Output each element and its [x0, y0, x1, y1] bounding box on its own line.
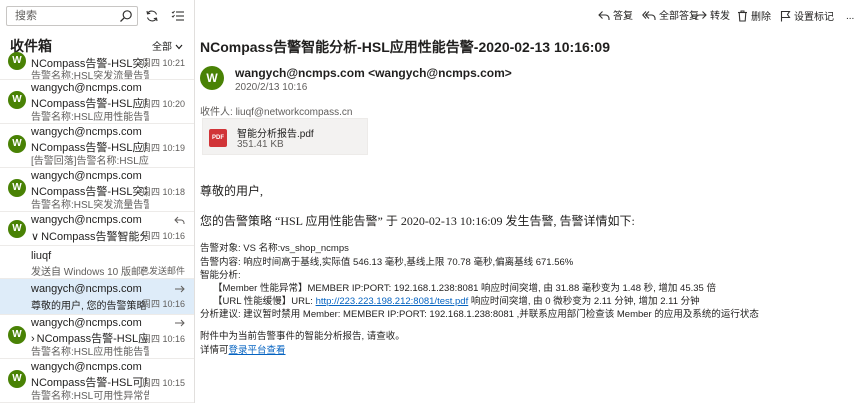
message-preview: 告警名称:HSL突发流量告警,告 [31, 71, 149, 80]
message-sender: wangych@ncmps.com [31, 283, 142, 295]
thread-child-item-selected[interactable]: wangych@ncmps.com 尊敬的用户, 您的告警策略 "HS 周四 1… [0, 279, 194, 315]
select-mode-icon[interactable] [171, 9, 185, 23]
more-actions-button[interactable]: ... [846, 10, 854, 24]
recipient-address[interactable]: liuqf@networkcompass.cn [236, 107, 353, 118]
search-input[interactable] [7, 7, 115, 25]
avatar: W [8, 135, 26, 153]
login-platform-link[interactable]: 登录平台查看 [229, 345, 286, 356]
message-preview: 告警名称:HSL应用性能告警,告 [31, 112, 149, 123]
reply-all-icon [642, 11, 656, 20]
url-analysis: 【URL 性能缓慢】URL: http://223.223.198.212:80… [213, 296, 700, 307]
avatar: W [8, 52, 26, 70]
message-preview: [告警回落]告警名称:HSL应用性能 [31, 156, 149, 167]
message-sender: liuqf [31, 250, 52, 262]
avatar: W [8, 326, 26, 344]
detail-line: 详情可登录平台查看 [200, 345, 286, 356]
avatar: W [8, 370, 26, 388]
delete-button[interactable]: 删除 [737, 10, 771, 24]
chevron-down-icon[interactable]: ∨ [31, 230, 39, 243]
recipient-label: 收件人: [200, 107, 233, 118]
message-sender: wangych@ncmps.com [31, 82, 142, 94]
message-sender: wangych@ncmps.com [31, 170, 142, 182]
list-item[interactable]: W wangych@ncmps.com NCompass告警-HSL可用性异常 … [0, 359, 194, 403]
message-sender: wangych@ncmps.com [31, 361, 142, 373]
avatar: W [8, 91, 26, 109]
message-toolbar: 答复 全部答复 转发 删除 设置标记 ... [196, 0, 867, 32]
thread-child-item[interactable]: liuqf 发送自 Windows 10 版邮件应用 已发送邮件 [0, 246, 194, 279]
list-item[interactable]: W wangych@ncmps.com NCompass告警-HSL突发流量告 … [0, 168, 194, 212]
thread-item[interactable]: W wangych@ncmps.com ›NCompass告警-HSL应用性能 … [0, 315, 194, 359]
reply-button[interactable]: 答复 [598, 10, 633, 24]
flag-icon [780, 10, 791, 22]
reply-icon [174, 215, 185, 226]
email-subject: NCompass告警智能分析-HSL应用性能告警-2020-02-13 10:1… [200, 39, 610, 55]
forward-button[interactable]: 转发 [695, 10, 730, 24]
attachment-card[interactable]: PDF 智能分析报告.pdf 351.41 KB [202, 118, 368, 155]
greeting: 尊敬的用户, [200, 184, 264, 198]
pdf-file-icon: PDF [209, 129, 227, 147]
analysis-advice: 分析建议: 建议暂时禁用 Member: MEMBER IP:PORT: 192… [200, 309, 759, 320]
message-time: 周四 10:16 [141, 299, 185, 309]
flag-button[interactable]: 设置标记 [780, 10, 834, 24]
list-item[interactable]: W wangych@ncmps.com NCompass告警-HSL应用性能告 … [0, 124, 194, 168]
member-analysis: 【Member 性能异常】MEMBER IP:PORT: 192.168.1.2… [213, 283, 716, 294]
attachment-name: 智能分析报告.pdf [237, 129, 314, 140]
policy-line: 您的告警策略 “HSL 应用性能告警” 于 2020-02-13 10:16:0… [200, 214, 635, 228]
search-icon[interactable] [119, 9, 133, 23]
avatar: W [8, 179, 26, 197]
message-list-pane: 收件箱 全部 W NCompass告警-HSL突发流量告 周四 10:21 告警… [0, 0, 195, 403]
list-item[interactable]: W wangych@ncmps.com NCompass告警-HSL应用性能告 … [0, 80, 194, 124]
reply-icon [598, 11, 610, 20]
sender-name[interactable]: wangych@ncmps.com <wangych@ncmps.com> [235, 66, 512, 80]
alert-object: 告警对象: VS 名称:vs_shop_ncmps [200, 243, 349, 254]
message-subject: ∨NCompass告警智能分析-HSL [31, 230, 147, 243]
sync-icon[interactable] [145, 9, 159, 23]
avatar: W [8, 220, 26, 238]
forward-icon [174, 284, 185, 295]
attachment-size: 351.41 KB [237, 139, 284, 150]
analysis-label: 智能分析: [200, 270, 241, 281]
message-preview: 发送自 Windows 10 版邮件应用 [31, 267, 147, 278]
message-preview: 告警名称:HSL应用性能告警,告 [31, 347, 149, 358]
reply-all-button[interactable]: 全部答复 [642, 10, 699, 24]
message-sender: wangych@ncmps.com [31, 126, 142, 138]
message-folder: 已发送邮件 [139, 266, 185, 276]
message-sender: wangych@ncmps.com [31, 317, 142, 329]
attachment-note: 附件中为当前告警事件的智能分析报告, 请查收。 [200, 331, 405, 342]
recipient-line: 收件人: liuqf@networkcompass.cn [200, 103, 352, 118]
thread-item[interactable]: W wangych@ncmps.com ∨NCompass告警智能分析-HSL … [0, 212, 194, 246]
reading-pane: 答复 全部答复 转发 删除 设置标记 ... NCompass告警智能分析-HS… [196, 0, 867, 403]
message-preview: 告警名称:HSL突发流量告警,告 [31, 200, 149, 211]
message-list: W NCompass告警-HSL突发流量告 周四 10:21 告警名称:HSL突… [0, 50, 194, 403]
list-item[interactable]: W NCompass告警-HSL突发流量告 周四 10:21 告警名称:HSL突… [0, 50, 194, 80]
forward-icon [695, 11, 707, 20]
message-time: 周四 10:16 [141, 231, 185, 241]
message-sender: wangych@ncmps.com [31, 214, 142, 226]
sender-avatar: W [200, 66, 224, 90]
message-preview: 尊敬的用户, 您的告警策略 "HS [31, 301, 147, 312]
alert-content: 告警内容: 响应时间高于基线,实际值 546.13 毫秒,基线上限 70.78 … [200, 257, 574, 268]
email-date: 2020/2/13 10:16 [235, 82, 308, 93]
trash-icon [738, 10, 747, 22]
message-preview: 告警名称:HSL可用性异常告警,告 [31, 391, 149, 402]
forward-icon [174, 318, 185, 329]
search-box[interactable] [6, 6, 138, 26]
